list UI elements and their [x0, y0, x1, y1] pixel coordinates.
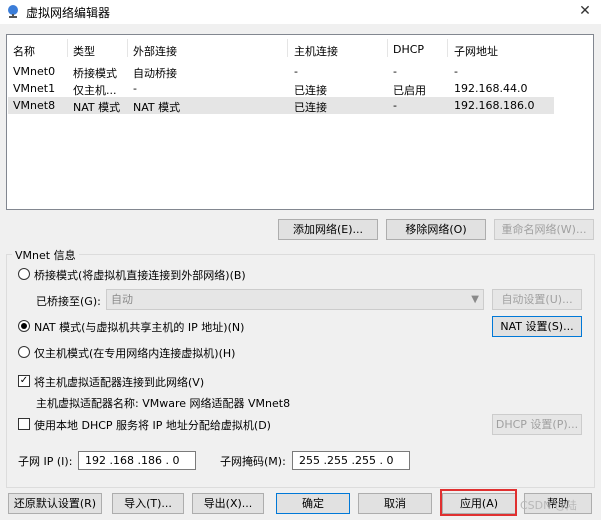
column-header-external[interactable]: 外部连接 [133, 43, 177, 59]
bridged-mode-label[interactable]: 桥接模式(将虚拟机直接连接到外部网络)(B) [34, 267, 246, 283]
ok-button[interactable]: 确定 [276, 493, 350, 514]
column-header-name[interactable]: 名称 [13, 43, 35, 59]
cell-subnet: - [454, 65, 458, 78]
cell-dhcp: - [393, 65, 397, 78]
cell-host: - [294, 65, 298, 78]
column-header-subnet[interactable]: 子网地址 [454, 43, 498, 59]
import-button[interactable]: 导入(T)... [112, 493, 184, 514]
cell-name: VMnet8 [13, 99, 56, 112]
nat-mode-label[interactable]: NAT 模式(与虚拟机共享主机的 IP 地址)(N) [34, 319, 244, 335]
subnet-ip-label: 子网 IP (I): [18, 455, 73, 468]
close-icon[interactable]: ✕ [574, 2, 596, 20]
column-header-dhcp[interactable]: DHCP [393, 43, 424, 56]
bridged-mode-radio[interactable] [18, 268, 30, 280]
cell-subnet: 192.168.44.0 [454, 82, 528, 95]
cell-external: NAT 模式 [133, 101, 181, 114]
nat-settings-button[interactable]: NAT 设置(S)... [492, 316, 582, 337]
cell-name: VMnet1 [13, 82, 56, 95]
host-only-label[interactable]: 仅主机模式(在专用网络内连接虚拟机)(H) [34, 345, 235, 361]
table-row[interactable]: VMnet0 桥接模式 自动桥接 - - - [8, 63, 554, 80]
bridged-to-value: 自动 [111, 293, 133, 306]
cell-type: 桥接模式 [73, 67, 117, 80]
bridged-to-label: 已桥接至(G): [36, 295, 101, 308]
table-row-selected[interactable]: VMnet8 NAT 模式 NAT 模式 已连接 - 192.168.186.0 [8, 97, 554, 114]
vmnet-info-label: VMnet 信息 [12, 247, 79, 263]
adapter-name-label: 主机虚拟适配器名称: VMware 网络适配器 VMnet8 [36, 397, 291, 410]
dhcp-checkbox[interactable] [18, 418, 30, 430]
column-header-host[interactable]: 主机连接 [294, 43, 338, 59]
cell-external: 自动桥接 [133, 67, 177, 80]
connect-adapter-checkbox[interactable]: ✓ [18, 375, 30, 387]
chevron-down-icon: ▼ [471, 294, 479, 305]
cell-external: - [133, 82, 137, 95]
window-title: 虚拟网络编辑器 [26, 6, 111, 20]
radio-selected-dot [21, 323, 27, 329]
subnet-ip-input[interactable]: 192 .168 .186 . 0 [78, 451, 196, 470]
connect-adapter-label[interactable]: 将主机虚拟适配器连接到此网络(V) [34, 374, 204, 390]
auto-settings-button[interactable]: 自动设置(U)... [492, 289, 582, 310]
cell-type: 仅主机... [73, 84, 117, 97]
nat-mode-radio[interactable] [18, 320, 30, 332]
subnet-mask-label: 子网掩码(M): [220, 455, 286, 468]
table-row[interactable]: VMnet1 仅主机... - 已连接 已启用 192.168.44.0 [8, 80, 554, 97]
dhcp-settings-button[interactable]: DHCP 设置(P)... [492, 414, 582, 435]
cell-name: VMnet0 [13, 65, 56, 78]
add-network-button[interactable]: 添加网络(E)... [278, 219, 378, 240]
export-button[interactable]: 导出(X)... [192, 493, 264, 514]
bridged-to-select[interactable]: 自动 ▼ [106, 289, 484, 310]
watermark-text: CSDN @陆 [520, 499, 577, 512]
remove-network-button[interactable]: 移除网络(O) [386, 219, 486, 240]
cell-host: 已连接 [294, 84, 327, 97]
network-list[interactable]: 名称 类型 外部连接 主机连接 DHCP 子网地址 VMnet0 桥接模式 自动… [6, 34, 594, 210]
cell-dhcp: 已启用 [393, 84, 426, 97]
column-header-type[interactable]: 类型 [73, 43, 95, 59]
network-editor-icon [8, 5, 18, 18]
subnet-mask-input[interactable]: 255 .255 .255 . 0 [292, 451, 410, 470]
host-only-radio[interactable] [18, 346, 30, 358]
restore-defaults-button[interactable]: 还原默认设置(R) [8, 493, 102, 514]
rename-network-button[interactable]: 重命名网络(W)... [494, 219, 594, 240]
apply-highlight-box [440, 489, 517, 516]
cell-dhcp: - [393, 99, 397, 112]
cell-subnet: 192.168.186.0 [454, 99, 535, 112]
cancel-button[interactable]: 取消 [358, 493, 432, 514]
cell-host: 已连接 [294, 101, 327, 114]
dhcp-label[interactable]: 使用本地 DHCP 服务将 IP 地址分配给虚拟机(D) [34, 417, 271, 433]
cell-type: NAT 模式 [73, 101, 121, 114]
title-bar: 虚拟网络编辑器 ✕ [0, 0, 601, 24]
